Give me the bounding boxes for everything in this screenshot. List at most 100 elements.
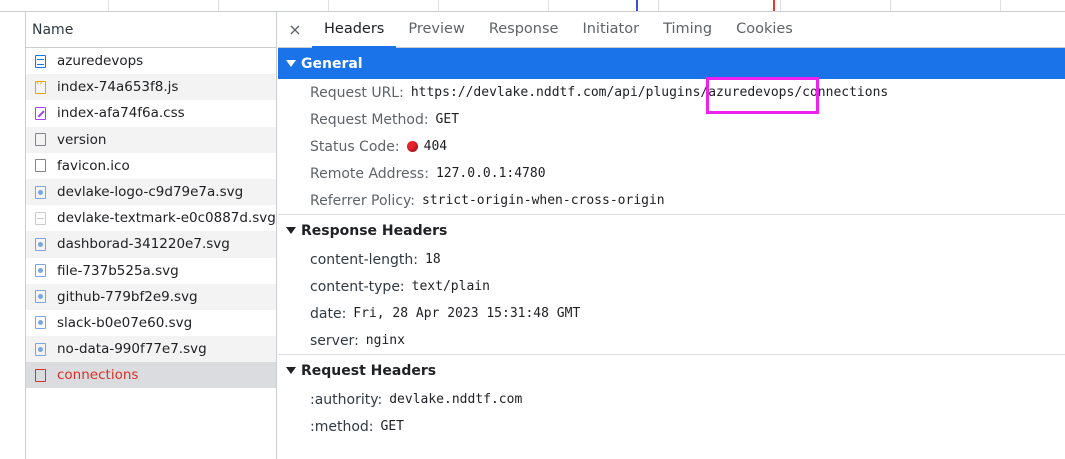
timeline-gridline: [658, 0, 659, 11]
image-icon: [35, 316, 46, 330]
request-row[interactable]: version: [26, 126, 276, 153]
load-event-marker: [773, 0, 775, 11]
request-name: index-74a653f8.js: [57, 79, 179, 96]
blank-file-icon: [35, 159, 46, 173]
request-row[interactable]: favicon.ico: [26, 153, 276, 179]
response-header-value: 18: [425, 252, 441, 267]
remote-address-row: Remote Address: 127.0.0.1:4780: [278, 160, 1065, 187]
tab-timing[interactable]: Timing: [651, 12, 724, 47]
response-header-key: content-type:: [310, 278, 405, 295]
response-header-row: date: Fri, 28 Apr 2023 15:31:48 GMT: [278, 300, 1065, 327]
image-icon: [35, 211, 46, 225]
referrer-policy-label: Referrer Policy:: [310, 192, 415, 209]
response-header-key: server:: [310, 332, 359, 349]
request-header-value: GET: [380, 419, 404, 434]
error-file-icon: [35, 368, 46, 382]
request-header-row: :method: GET: [278, 413, 1065, 440]
request-row[interactable]: github-779bf2e9.svg: [26, 283, 276, 310]
request-headers-section-header[interactable]: Request Headers: [278, 354, 1065, 386]
request-header-value: devlake.nddtf.com: [389, 392, 523, 407]
request-name: connections: [57, 367, 139, 384]
image-icon: [35, 342, 46, 356]
image-icon: [35, 185, 46, 199]
request-name: azuredevops: [57, 53, 144, 70]
status-code-row: Status Code: 404: [278, 133, 1065, 160]
request-name: favicon.ico: [57, 157, 130, 174]
error-status-icon: [406, 141, 418, 152]
annotation-highlight-box: [706, 77, 819, 114]
left-gutter: [0, 12, 26, 459]
request-name: version: [57, 131, 107, 148]
expand-triangle-icon: [286, 367, 296, 374]
request-row[interactable]: no-data-990f77e7.svg: [26, 336, 276, 363]
timeline-gridline: [328, 0, 329, 11]
request-row[interactable]: index-74a653f8.js: [26, 74, 276, 101]
tab-initiator[interactable]: Initiator: [570, 12, 651, 47]
timeline-gridline: [218, 0, 219, 11]
request-name: file-737b525a.svg: [57, 262, 179, 279]
status-code-value: 404: [423, 139, 448, 154]
request-row[interactable]: devlake-logo-c9d79e7a.svg: [26, 178, 276, 206]
response-header-row: content-length: 18: [278, 246, 1065, 273]
request-row[interactable]: index-afa74f6a.css: [26, 100, 276, 126]
name-column-header[interactable]: Name: [26, 12, 276, 48]
expand-triangle-icon: [286, 60, 296, 67]
response-header-row: server: nginx: [278, 327, 1065, 354]
script-icon: [35, 78, 46, 94]
request-name: index-afa74f6a.css: [57, 105, 185, 122]
timeline-gridline: [1000, 0, 1001, 11]
response-header-value: text/plain: [411, 279, 490, 294]
response-headers-section-header[interactable]: Response Headers: [278, 214, 1065, 246]
request-name: slack-b0e07e60.svg: [57, 314, 193, 331]
timeline-gridline: [548, 0, 549, 11]
timeline-gridline: [890, 0, 891, 11]
timeline-gridline: [438, 0, 439, 11]
remote-address-value: 127.0.0.1:4780: [435, 166, 546, 181]
stylesheet-icon: [35, 106, 46, 120]
document-icon: [35, 54, 46, 68]
response-header-key: content-length:: [310, 251, 418, 268]
general-section-header[interactable]: General: [278, 48, 1065, 79]
blank-file-icon: [35, 133, 46, 147]
timeline-gridline: [780, 0, 781, 11]
request-name: dashborad-341220e7.svg: [57, 236, 230, 253]
request-header-key: :method:: [310, 418, 374, 435]
request-row[interactable]: file-737b525a.svg: [26, 258, 276, 284]
request-method-value: GET: [435, 112, 460, 127]
response-header-value: nginx: [365, 333, 405, 348]
response-header-row: content-type: text/plain: [278, 273, 1065, 300]
request-method-row: Request Method: GET: [278, 106, 1065, 133]
tab-headers[interactable]: Headers: [312, 12, 397, 48]
request-header-row: :authority: devlake.nddtf.com: [278, 386, 1065, 413]
request-row[interactable]: dashborad-341220e7.svg: [26, 231, 276, 258]
dom-content-loaded-marker: [636, 0, 638, 11]
request-url-label: Request URL:: [310, 84, 404, 101]
request-name: devlake-logo-c9d79e7a.svg: [57, 184, 244, 201]
request-row[interactable]: devlake-textmark-e0c0887d.svg: [26, 205, 276, 231]
status-code-label: Status Code:: [310, 138, 400, 155]
request-headers-title: Request Headers: [301, 362, 437, 379]
expand-triangle-icon: [286, 227, 296, 234]
details-tabbar: × Headers Preview Response Initiator Tim…: [278, 12, 1065, 48]
image-icon: [35, 264, 46, 278]
general-section-title: General: [301, 55, 363, 72]
request-name: no-data-990f77e7.svg: [57, 341, 207, 358]
image-icon: [35, 290, 46, 304]
request-row[interactable]: connections: [26, 362, 276, 389]
network-timeline[interactable]: [0, 0, 1065, 12]
referrer-policy-row: Referrer Policy: strict-origin-when-cros…: [278, 187, 1065, 214]
request-name: devlake-textmark-e0c0887d.svg: [57, 210, 276, 227]
request-list: Name azuredevops index-74a653f8.js index-a…: [26, 12, 277, 459]
request-method-label: Request Method:: [310, 111, 429, 128]
request-details-pane: × Headers Preview Response Initiator Tim…: [278, 12, 1065, 459]
request-name: github-779bf2e9.svg: [57, 288, 198, 305]
request-row[interactable]: slack-b0e07e60.svg: [26, 310, 276, 336]
tab-preview[interactable]: Preview: [396, 12, 476, 47]
request-row[interactable]: azuredevops: [26, 48, 276, 74]
tab-response[interactable]: Response: [477, 12, 571, 47]
request-rows: azuredevops index-74a653f8.js index-afa74f…: [26, 48, 276, 389]
tab-cookies[interactable]: Cookies: [724, 12, 805, 47]
timeline-gridline: [108, 0, 109, 11]
close-icon[interactable]: ×: [278, 20, 312, 39]
response-header-value: Fri, 28 Apr 2023 15:31:48 GMT: [353, 306, 581, 321]
